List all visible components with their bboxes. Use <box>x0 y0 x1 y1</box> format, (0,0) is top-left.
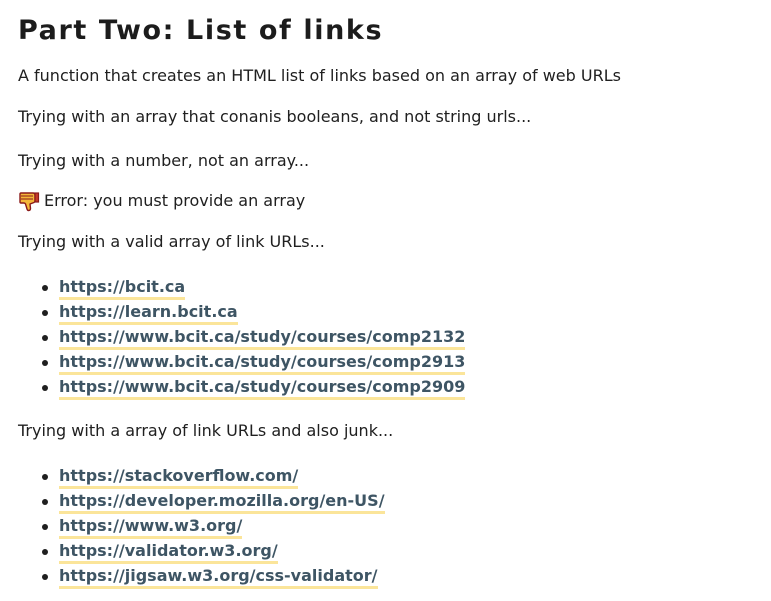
list-item: https://www.bcit.ca/study/courses/comp29… <box>42 351 466 376</box>
bullet <box>42 574 48 580</box>
test-number-text: Trying with a number, not an array... <box>18 151 310 170</box>
test-junk-text: Trying with a array of link URLs and als… <box>18 421 394 440</box>
link-comp2132[interactable]: https://www.bcit.ca/study/courses/comp21… <box>59 327 466 350</box>
list-item: https://stackoverflow.com/ <box>42 465 385 490</box>
list-item: https://www.bcit.ca/study/courses/comp29… <box>42 376 466 401</box>
test-valid-text: Trying with a valid array of link URLs..… <box>18 232 325 251</box>
bullet <box>42 499 48 505</box>
bullet <box>42 310 48 316</box>
bullet <box>42 549 48 555</box>
link-learn-bcit[interactable]: https://learn.bcit.ca <box>59 302 238 325</box>
bullet <box>42 335 48 341</box>
bullet <box>42 285 48 291</box>
link-bcit[interactable]: https://bcit.ca <box>59 277 186 300</box>
test-booleans-text: Trying with an array that conanis boolea… <box>18 107 532 126</box>
link-stackoverflow[interactable]: https://stackoverflow.com/ <box>59 466 299 489</box>
link-mdn[interactable]: https://developer.mozilla.org/en-US/ <box>59 491 385 514</box>
bullet <box>42 524 48 530</box>
list-item: https://learn.bcit.ca <box>42 301 465 326</box>
page-title: Part Two: List of links <box>18 15 384 46</box>
thumbs-down-icon <box>18 190 40 212</box>
bullet <box>42 474 48 480</box>
list-item: https://www.bcit.ca/study/courses/comp21… <box>42 326 466 351</box>
link-w3[interactable]: https://www.w3.org/ <box>59 516 243 539</box>
link-css-validator[interactable]: https://jigsaw.w3.org/css-validator/ <box>59 566 378 589</box>
bullet <box>42 360 48 366</box>
list-item: https://bcit.ca <box>42 276 465 301</box>
link-comp2909[interactable]: https://www.bcit.ca/study/courses/comp29… <box>59 377 466 400</box>
error-message: Error: you must provide an array <box>18 190 305 212</box>
description-text: A function that creates an HTML list of … <box>18 66 621 85</box>
bullet <box>42 385 48 391</box>
junk-links-list: https://stackoverflow.com/ https://devel… <box>42 465 385 590</box>
list-item: https://www.w3.org/ <box>42 515 385 540</box>
list-item: https://developer.mozilla.org/en-US/ <box>42 490 385 515</box>
list-item: https://jigsaw.w3.org/css-validator/ <box>42 565 385 590</box>
error-text: Error: you must provide an array <box>44 191 306 210</box>
valid-links-list: https://bcit.ca https://learn.bcit.ca ht… <box>42 276 466 401</box>
link-comp2913[interactable]: https://www.bcit.ca/study/courses/comp29… <box>59 352 466 375</box>
link-validator[interactable]: https://validator.w3.org/ <box>59 541 278 564</box>
list-item: https://validator.w3.org/ <box>42 540 385 565</box>
